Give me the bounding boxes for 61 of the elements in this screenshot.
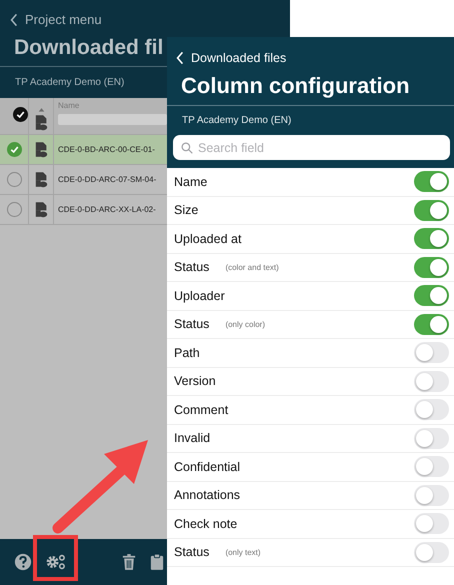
back-link[interactable]: Project menu xyxy=(0,12,290,27)
column-note: (only color) xyxy=(225,320,266,329)
toggle-switch[interactable] xyxy=(414,171,449,192)
back-icon xyxy=(10,12,18,26)
column-label: Check note xyxy=(174,516,238,531)
column-label: Comment xyxy=(174,402,228,417)
toggle-switch[interactable] xyxy=(414,200,449,221)
toggle-switch[interactable] xyxy=(414,513,449,534)
column-label: Size xyxy=(174,203,198,218)
clipboard-icon[interactable] xyxy=(150,553,164,571)
project-name: TP Academy Demo (EN) xyxy=(14,76,126,90)
file-row[interactable]: CDE-0-BD-ARC-00-CE-01- xyxy=(0,135,167,165)
toggle-switch[interactable] xyxy=(414,370,449,392)
file-name: CDE-0-DD-ARC-XX-LA-02- xyxy=(58,205,156,214)
file-row[interactable]: CDE-0-DD-ARC-XX-LA-02- xyxy=(0,195,167,225)
filter-field[interactable] xyxy=(58,114,167,125)
column-label: Name xyxy=(174,174,208,189)
cloud-file-icon xyxy=(34,114,48,131)
file-name: CDE-0-DD-ARC-07-SM-04- xyxy=(58,175,156,184)
toggle-switch[interactable] xyxy=(414,285,449,306)
search-field[interactable]: Search field xyxy=(173,135,450,160)
cloud-file-icon xyxy=(34,171,48,188)
cloud-file-icon xyxy=(34,141,48,158)
toggle-switch[interactable] xyxy=(414,428,449,449)
toggle-switch[interactable] xyxy=(414,314,449,335)
row-checkbox[interactable] xyxy=(6,172,22,187)
search-icon xyxy=(181,142,193,154)
file-name: CDE-0-BD-ARC-00-CE-01- xyxy=(58,145,155,154)
select-all-checkbox[interactable] xyxy=(13,107,28,122)
toggle-switch[interactable] xyxy=(414,399,449,420)
toggle-switch[interactable] xyxy=(414,484,449,506)
toggle-switch[interactable] xyxy=(414,256,449,278)
column-label: Status xyxy=(174,260,210,274)
toggle-switch[interactable] xyxy=(414,342,449,364)
file-row[interactable]: CDE-0-DD-ARC-07-SM-04- xyxy=(0,165,167,195)
back-link[interactable]: Downloaded files xyxy=(167,51,454,65)
settings-icon[interactable] xyxy=(45,553,67,571)
column-label: Confidential xyxy=(174,460,240,474)
row-checkbox[interactable] xyxy=(6,142,22,157)
cloud-file-icon xyxy=(34,201,48,218)
column-note: (only text) xyxy=(225,548,261,557)
toggle-switch[interactable] xyxy=(414,456,449,478)
trash-icon[interactable] xyxy=(122,553,136,571)
column-label: Annotations xyxy=(174,488,240,502)
column-label: Uploader xyxy=(174,288,225,303)
back-icon xyxy=(176,51,184,65)
toggle-switch[interactable] xyxy=(414,228,449,250)
column-label: Path xyxy=(174,346,200,360)
help-icon[interactable] xyxy=(14,553,32,571)
column-note: (color and text) xyxy=(225,262,279,272)
row-checkbox[interactable] xyxy=(6,202,22,217)
sort-icon[interactable] xyxy=(38,107,44,112)
panel-title: Column configuration xyxy=(167,65,454,106)
highlight-frame xyxy=(33,535,78,581)
project-name: TP Academy Demo (EN) xyxy=(181,114,292,128)
column-label: Uploaded at xyxy=(174,232,242,246)
column-label: Status xyxy=(174,545,210,560)
column-label: Invalid xyxy=(174,431,210,446)
toggle-switch[interactable] xyxy=(414,542,449,563)
column-label: Version xyxy=(174,374,216,388)
column-label: Status xyxy=(174,317,210,332)
